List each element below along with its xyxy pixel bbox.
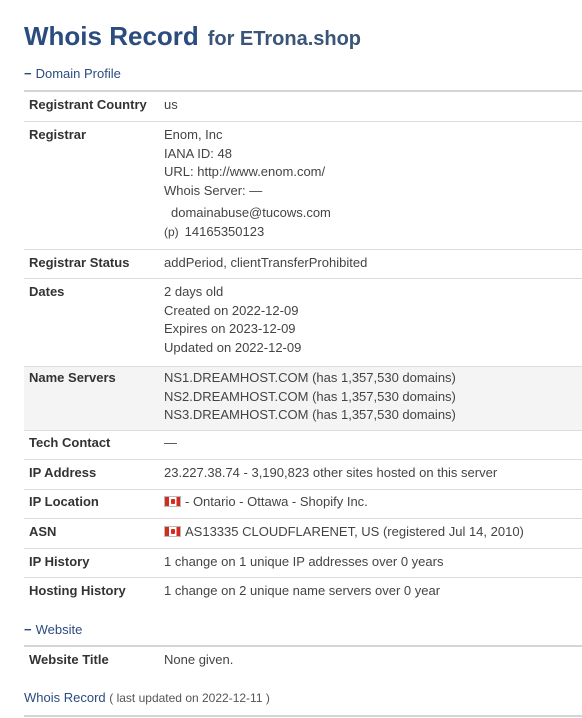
row-value: 23.227.38.74 - 3,190,823 other sites hos… [164, 465, 498, 480]
row-registrant-country: Registrant Country us [24, 92, 582, 122]
date-updated: Updated on 2022-12-09 [164, 339, 302, 355]
canada-flag-icon [164, 496, 181, 507]
row-value: addPeriod, clientTransferProhibited [164, 255, 368, 270]
footer-divider [24, 715, 582, 717]
row-name-servers: Name Servers NS1.DREAMHOST.COM (has 1,35… [24, 367, 582, 431]
row-label: IP History [29, 554, 90, 569]
name-server-3: NS3.DREAMHOST.COM (has 1,357,530 domains… [164, 407, 456, 422]
row-label: ASN [29, 524, 57, 539]
asn-text: AS13335 CLOUDFLARENET, US (registered Ju… [185, 524, 524, 539]
registrar-details: Enom, Inc IANA ID: 48 URL: http://www.en… [164, 126, 331, 241]
row-registrar-status: Registrar Status addPeriod, clientTransf… [24, 250, 582, 279]
row-label: Website Title [29, 652, 109, 667]
section-title-website: Website [35, 622, 83, 637]
row-label: Tech Contact [29, 435, 111, 450]
registrar-email: domainabuse@tucows.com [171, 205, 331, 220]
row-value: - Ontario - Ottawa - Shopify Inc. [164, 493, 368, 512]
page-title: Whois Record for ETrona.shop [24, 16, 361, 53]
row-label: IP Address [29, 465, 97, 480]
row-label: Hosting History [29, 583, 126, 598]
row-label: IP Location [29, 494, 99, 509]
row-registrar: Registrar Enom, Inc IANA ID: 48 URL: htt… [24, 122, 582, 250]
registrar-name: Enom, Inc [164, 127, 223, 142]
collapse-icon: − [24, 66, 32, 81]
row-value: AS13335 CLOUDFLARENET, US (registered Ju… [164, 523, 524, 542]
ip-location-text: - Ontario - Ottawa - Shopify Inc. [185, 494, 368, 509]
row-value: None given. [164, 652, 234, 667]
name-server-1: NS1.DREAMHOST.COM (has 1,357,530 domains… [164, 370, 456, 385]
row-label: Dates [29, 284, 65, 299]
row-label: Registrant Country [29, 97, 147, 112]
section-toggle-domain-profile[interactable]: − Domain Profile [24, 64, 121, 84]
row-value: us [164, 97, 178, 112]
date-created: Created on 2022-12-09 [164, 302, 299, 318]
footer-title: Whois Record [24, 690, 106, 705]
row-dates: Dates 2 days old Created on 2022-12-09 E… [24, 279, 582, 367]
row-website-title: Website Title None given. [24, 647, 582, 677]
date-age: 2 days old [164, 284, 224, 299]
row-ip-history: IP History 1 change on 1 unique IP addre… [24, 549, 582, 578]
row-asn: ASN AS13335 CLOUDFLARENET, US (registere… [24, 519, 582, 549]
registrar-url: URL: http://www.enom.com/ [164, 164, 326, 179]
date-expires: Expires on 2023-12-09 [164, 321, 296, 336]
page-title-domain: for ETrona.shop [207, 28, 362, 50]
section-toggle-website[interactable]: − Website [24, 620, 82, 640]
canada-flag-icon [164, 526, 181, 537]
registrar-whois-server: Whois Server: — [164, 182, 263, 198]
section-title-domain-profile: Domain Profile [35, 66, 121, 81]
row-label: Name Servers [29, 370, 116, 385]
row-value: 1 change on 2 unique name servers over 0… [164, 583, 441, 598]
registrar-phone-line: (p) 14165350123 [164, 223, 331, 242]
name-server-2: NS2.DREAMHOST.COM (has 1,357,530 domains… [164, 388, 456, 404]
row-ip-address: IP Address 23.227.38.74 - 3,190,823 othe… [24, 460, 582, 490]
footer-whois-record: Whois Record ( last updated on 2022-12-1… [24, 690, 270, 705]
registrar-phone: 14165350123 [184, 223, 265, 239]
row-hosting-history: Hosting History 1 change on 2 unique nam… [24, 578, 582, 607]
registrar-iana: IANA ID: 48 [164, 145, 232, 161]
row-tech-contact: Tech Contact — [24, 431, 582, 460]
collapse-icon: − [24, 622, 32, 637]
row-label: Registrar Status [29, 255, 130, 270]
row-label: Registrar [29, 127, 87, 142]
dates-list: 2 days old Created on 2022-12-09 Expires… [164, 283, 301, 357]
row-value: 1 change on 1 unique IP addresses over 0… [164, 554, 444, 569]
row-value: — [164, 435, 177, 450]
footer-last-updated: ( last updated on 2022-12-11 ) [109, 691, 270, 705]
page-title-main: Whois Record [24, 21, 199, 51]
phone-tag: (p) [164, 224, 179, 239]
row-ip-location: IP Location - Ontario - Ottawa - Shopify… [24, 490, 582, 519]
name-servers-list: NS1.DREAMHOST.COM (has 1,357,530 domains… [164, 369, 456, 425]
